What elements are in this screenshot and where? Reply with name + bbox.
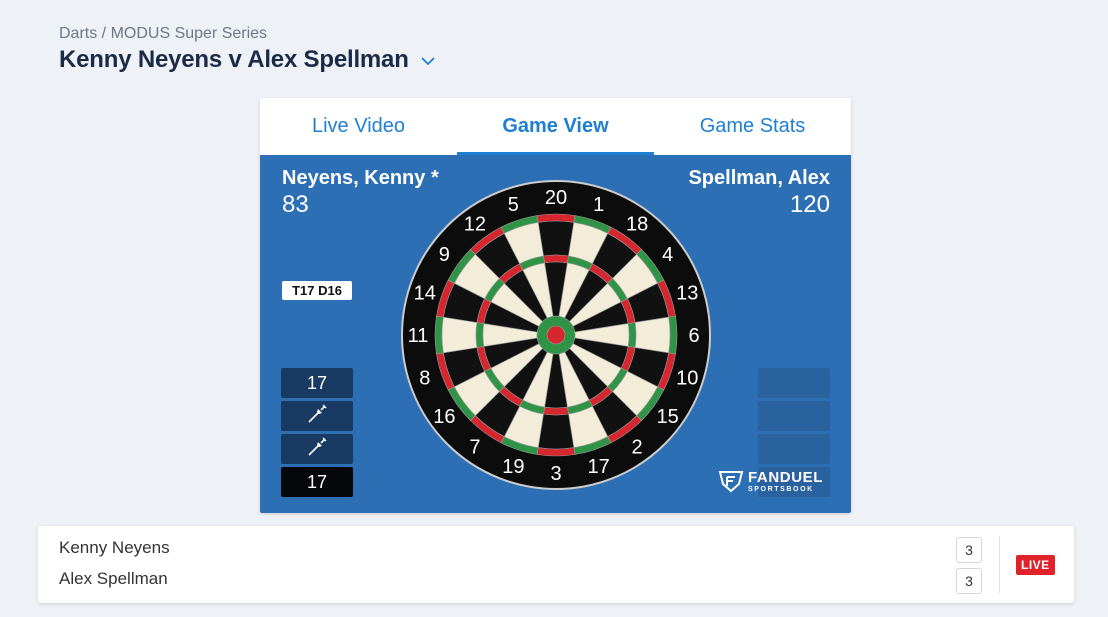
board-number: 5 (508, 194, 519, 216)
tab-bar: Live Video Game View Game Stats (260, 98, 851, 155)
bullseye (546, 325, 566, 345)
throw-slot-1: 17 (281, 368, 353, 398)
throw-slot-3 (758, 434, 830, 464)
divider (999, 536, 1000, 593)
scoreboard[interactable]: Kenny Neyens Alex Spellman 3 3 LIVE (38, 526, 1074, 603)
tab-live-video[interactable]: Live Video (260, 98, 457, 155)
dart-icon (306, 403, 328, 430)
fanduel-logo: FANDUEL SPORTSBOOK (718, 469, 823, 493)
board-number: 17 (588, 456, 610, 478)
throw-slot-1 (758, 368, 830, 398)
board-number: 16 (433, 406, 455, 428)
scoreboard-player-1: Kenny Neyens (59, 538, 170, 557)
checkout-hint: T17 D16 (282, 281, 352, 300)
throw-slot-3 (281, 434, 353, 464)
dartboard: 20 1 18 413 6 10 15 2 17 3 19 7 168 11 149 12 5 (401, 180, 711, 490)
chevron-down-icon[interactable] (421, 53, 435, 71)
game-card: Live Video Game View Game Stats Neyens, … (260, 98, 851, 513)
board-number: 11 (408, 325, 429, 347)
throw-value: 17 (306, 372, 328, 393)
logo-text: FANDUEL SPORTSBOOK (748, 470, 823, 493)
single-segment (441, 316, 478, 354)
single-segment (537, 220, 575, 257)
board-number: 20 (545, 187, 567, 209)
player2-score: 120 (789, 191, 830, 218)
match-title-row[interactable]: Kenny Neyens v Alex Spellman (59, 46, 435, 74)
board-number: 19 (502, 456, 524, 478)
board-number: 1 (593, 194, 604, 216)
game-view-panel: Neyens, Kenny * 83 T17 D16 Spellman, Ale… (260, 155, 851, 513)
throw-slot-4: 17 (281, 467, 353, 497)
single-segment (537, 413, 575, 450)
tab-game-stats[interactable]: Game Stats (654, 98, 851, 155)
throw-slot-2 (281, 401, 353, 431)
player1-throws: 17 17 (281, 368, 353, 500)
board-number: 7 (469, 437, 480, 459)
board-number: 9 (439, 244, 450, 266)
throw-slot-2 (758, 401, 830, 431)
logo-sub: SPORTSBOOK (748, 485, 814, 493)
throw-value: 17 (306, 471, 328, 492)
fanduel-shield-icon (718, 471, 744, 493)
scoreboard-player-2: Alex Spellman (59, 569, 168, 588)
board-number: 6 (688, 325, 699, 347)
board-number: 14 (414, 282, 436, 304)
dart-icon (306, 436, 328, 463)
player1-score: 83 (282, 191, 309, 218)
board-number: 4 (662, 244, 673, 266)
tab-game-view[interactable]: Game View (457, 98, 654, 155)
page-title: Kenny Neyens v Alex Spellman (59, 46, 409, 73)
logo-brand: FANDUEL (748, 468, 824, 486)
player-1-sets: 3 (956, 537, 982, 563)
board-number: 12 (464, 213, 486, 235)
board-number: 2 (632, 437, 643, 459)
board-number: 10 (676, 368, 698, 390)
single-segment (634, 316, 671, 354)
board-number: 15 (657, 406, 679, 428)
board-number: 18 (626, 213, 648, 235)
player-2-sets: 3 (956, 568, 982, 594)
board-number: 13 (676, 282, 698, 304)
board-number: 3 (550, 463, 561, 485)
board-number: 8 (419, 368, 430, 390)
live-badge: LIVE (1016, 555, 1055, 575)
breadcrumb: Darts / MODUS Super Series (59, 25, 268, 42)
